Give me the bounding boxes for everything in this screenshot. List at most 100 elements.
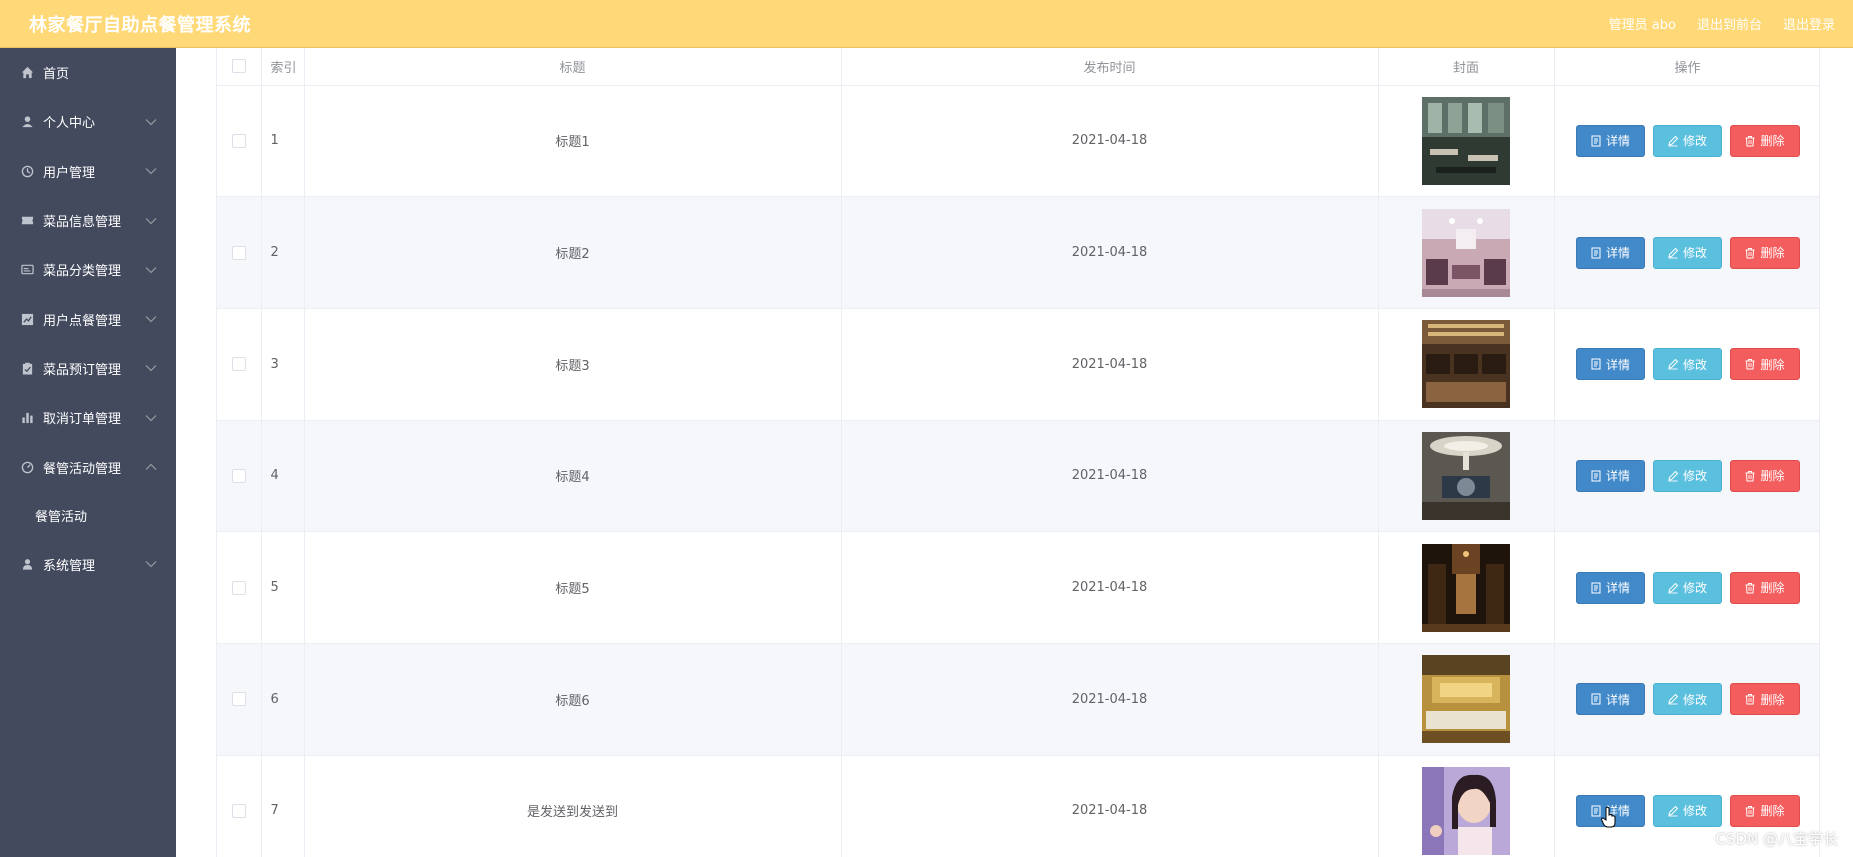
edit-icon — [1668, 805, 1679, 817]
trash-icon — [1745, 582, 1755, 594]
chevron-down-icon — [145, 414, 157, 422]
edit-icon — [1668, 470, 1679, 482]
sidebar-item-dish-category[interactable]: 菜品分类管理 — [0, 245, 176, 294]
table-row: 5 标题5 2021-04-18 详情 修改 删除 — [217, 531, 1819, 644]
detail-button[interactable]: 详情 — [1575, 236, 1645, 269]
row-checkbox[interactable] — [231, 580, 246, 595]
row-index: 1 — [261, 85, 305, 198]
column-header-title: 标题 — [304, 48, 842, 86]
detail-button[interactable]: 详情 — [1575, 683, 1645, 716]
delete-button[interactable]: 删除 — [1729, 683, 1800, 716]
detail-button[interactable]: 详情 — [1575, 571, 1645, 604]
delete-button[interactable]: 删除 — [1729, 236, 1800, 269]
row-checkbox[interactable] — [231, 245, 246, 260]
trash-icon — [1745, 247, 1755, 259]
row-checkbox[interactable] — [231, 803, 246, 818]
delete-button[interactable]: 删除 — [1729, 348, 1800, 381]
cover-image[interactable] — [1422, 208, 1510, 297]
gauge-icon — [21, 461, 34, 474]
row-title: 标题5 — [304, 531, 842, 644]
sidebar-item-activity-mgmt[interactable]: 餐管活动管理 — [0, 442, 176, 491]
row-checkbox[interactable] — [231, 133, 246, 148]
sidebar-subitem-activity[interactable]: 餐管活动 — [0, 492, 176, 540]
row-select-cell — [217, 643, 262, 756]
edit-icon — [1668, 359, 1679, 370]
cover-image[interactable] — [1422, 655, 1510, 744]
top-header: 林家餐厅自助点餐管理系统 管理员 abo 退出到前台 退出登录 — [0, 0, 1853, 48]
edit-button[interactable]: 修改 — [1652, 683, 1722, 716]
row-checkbox[interactable] — [231, 357, 246, 372]
select-all-checkbox[interactable] — [231, 59, 246, 74]
chevron-up-icon — [145, 463, 157, 470]
row-date: 2021-04-18 — [841, 643, 1379, 756]
edit-button[interactable]: 修改 — [1652, 236, 1722, 269]
edit-icon — [1668, 135, 1679, 147]
sidebar-item-dish-booking[interactable]: 菜品预订管理 — [0, 344, 176, 393]
delete-button[interactable]: 删除 — [1729, 571, 1800, 604]
row-date: 2021-04-18 — [841, 755, 1379, 857]
edit-button[interactable]: 修改 — [1652, 124, 1722, 157]
row-index: 5 — [261, 531, 305, 644]
cover-image[interactable] — [1422, 543, 1510, 632]
edit-icon — [1668, 694, 1679, 705]
delete-button[interactable]: 删除 — [1729, 124, 1800, 157]
document-icon — [1591, 693, 1601, 705]
edit-button[interactable]: 修改 — [1652, 571, 1722, 604]
document-icon — [1591, 358, 1601, 370]
delete-button[interactable]: 删除 — [1729, 794, 1800, 827]
delete-button[interactable]: 删除 — [1729, 459, 1800, 492]
row-title: 标题6 — [304, 643, 842, 756]
watermark: CSDN @八宝学长 — [1715, 830, 1838, 848]
trash-icon — [1745, 470, 1755, 482]
edit-button[interactable]: 修改 — [1652, 348, 1722, 381]
row-index: 3 — [261, 308, 305, 421]
row-date: 2021-04-18 — [841, 85, 1379, 198]
row-actions: 详情 修改 删除 — [1554, 420, 1819, 533]
edit-icon — [1668, 247, 1679, 258]
trash-icon — [1745, 135, 1755, 147]
sidebar-item-label: 系统管理 — [43, 558, 96, 574]
column-header-actions: 操作 — [1554, 48, 1819, 86]
column-header-index: 索引 — [261, 48, 305, 86]
sidebar-item-user-orders[interactable]: 用户点餐管理 — [0, 294, 176, 343]
cover-image[interactable] — [1422, 431, 1510, 520]
clock-icon — [21, 165, 34, 178]
cover-image[interactable] — [1422, 320, 1510, 409]
sidebar-item-label: 菜品分类管理 — [43, 264, 122, 280]
edit-button[interactable]: 修改 — [1652, 794, 1722, 827]
header-actions: 管理员 abo 退出到前台 退出登录 — [1609, 14, 1835, 33]
sidebar-item-profile[interactable]: 个人中心 — [0, 97, 176, 146]
detail-button[interactable]: 详情 — [1575, 459, 1645, 492]
cover-image[interactable] — [1422, 96, 1510, 185]
table-row: 3 标题3 2021-04-18 详情 修改 删除 — [217, 308, 1819, 421]
sidebar-item-system[interactable]: 系统管理 — [0, 540, 176, 589]
row-date: 2021-04-18 — [841, 308, 1379, 421]
table-row: 4 标题4 2021-04-18 详情 修改 删除 — [217, 420, 1819, 533]
chart-icon — [21, 313, 34, 326]
row-select-cell — [217, 85, 262, 198]
trash-icon — [1745, 694, 1755, 705]
logout-link[interactable]: 退出登录 — [1783, 14, 1835, 33]
row-checkbox[interactable] — [231, 692, 246, 707]
select-all-cell — [217, 48, 262, 86]
detail-button[interactable]: 详情 — [1575, 348, 1645, 381]
document-icon — [1591, 582, 1601, 594]
sidebar-item-users[interactable]: 用户管理 — [0, 147, 176, 196]
document-icon — [1591, 470, 1601, 482]
column-header-date: 发布时间 — [841, 48, 1379, 86]
edit-button[interactable]: 修改 — [1652, 459, 1722, 492]
detail-button[interactable]: 详情 — [1575, 124, 1645, 157]
row-select-cell — [217, 308, 262, 421]
to-front-link[interactable]: 退出到前台 — [1697, 14, 1762, 33]
row-checkbox[interactable] — [231, 468, 246, 483]
sidebar-item-dish-info[interactable]: 菜品信息管理 — [0, 196, 176, 245]
row-cover-cell — [1378, 196, 1555, 309]
main-content: 索引 标题 发布时间 封面 操作 1 标题1 2021-04-18 详情 修改 … — [176, 48, 1853, 857]
sidebar-item-cancel-orders[interactable]: 取消订单管理 — [0, 393, 176, 442]
sidebar-item-label: 餐管活动管理 — [43, 461, 122, 477]
cover-image[interactable] — [1422, 766, 1510, 855]
row-actions: 详情 修改 删除 — [1554, 643, 1819, 756]
row-index: 2 — [261, 196, 305, 309]
sidebar-item-home[interactable]: 首页 — [0, 48, 176, 97]
table-row: 7 是发送到发送到 2021-04-18 详情 修改 删除 — [217, 755, 1819, 857]
